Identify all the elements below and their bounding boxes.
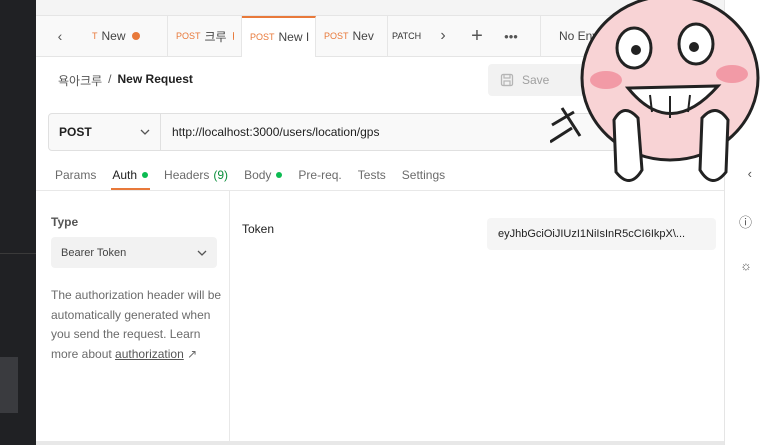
left-sidebar-background <box>0 0 36 445</box>
tabs-scroll-left-icon[interactable]: ‹ <box>36 16 84 57</box>
request-tab-3[interactable]: POST New I <box>242 15 316 57</box>
token-input[interactable]: eyJhbGciOiJIUzI1NiIsInR5cCI6IkpX\... <box>487 218 716 250</box>
external-link-icon: ↗ <box>187 346 198 361</box>
tabs-scroll-right-icon[interactable]: › <box>426 27 460 45</box>
tab-headers[interactable]: Headers (9) <box>164 160 236 190</box>
authorization-link[interactable]: authorization <box>115 347 184 361</box>
tab-auth[interactable]: Auth <box>111 160 156 190</box>
tab-method: POST <box>324 31 349 41</box>
tab-name: Nev <box>352 29 374 43</box>
breadcrumb: 욕아크루 / New Request <box>58 72 193 89</box>
lightbulb-icon[interactable]: ☼ <box>740 258 752 273</box>
tab-method: PATCH <box>392 31 422 41</box>
tab-name: New I <box>278 30 310 44</box>
url-input[interactable]: http://localhost:3000/users/location/gps <box>161 125 379 139</box>
tab-name: 크루 <box>204 29 227 44</box>
unsaved-dot-icon <box>131 32 140 40</box>
tab-name: New <box>101 29 126 43</box>
tab-settings[interactable]: Settings <box>402 160 453 190</box>
auth-type-panel: Type Bearer Token The authorization head… <box>36 191 230 445</box>
new-tab-plus-icon[interactable]: + <box>460 25 494 48</box>
sticker-right-hand <box>698 109 730 182</box>
auth-type-label: Type <box>51 215 79 229</box>
sidebar-divider <box>0 253 36 254</box>
tab-auth-label: Auth <box>112 168 138 182</box>
save-label: Save <box>522 73 550 87</box>
active-dot-icon <box>276 172 283 178</box>
sticker-right-blush <box>716 65 748 83</box>
tab-prereq[interactable]: Pre-req. <box>298 160 349 190</box>
tab-method: POST <box>176 31 201 41</box>
tab-body-label: Body <box>244 168 272 182</box>
headers-count: (9) <box>213 168 229 182</box>
tab-params-label: Params <box>55 168 97 182</box>
breadcrumb-parent[interactable]: 욕아크루 <box>58 72 102 89</box>
http-method-value: POST <box>59 125 92 139</box>
request-tab-5[interactable]: PATCH <box>388 16 426 57</box>
auth-type-select[interactable]: Bearer Token <box>51 237 217 268</box>
request-subtabs: Params Auth Headers (9) Body Pre-req. Tes… <box>55 160 461 190</box>
tab-settings-label: Settings <box>401 168 446 182</box>
save-icon <box>500 73 514 87</box>
request-tab-4[interactable]: POST Nev <box>316 15 388 57</box>
chevron-down-icon <box>197 250 207 256</box>
tab-tests-label: Tests <box>357 168 386 182</box>
more-tabs-icon[interactable]: ••• <box>494 29 528 44</box>
auth-description: The authorization header will be automat… <box>51 286 223 364</box>
sidebar-selected-block <box>0 357 18 413</box>
auth-type-value: Bearer Token <box>61 246 127 259</box>
http-method-select[interactable]: POST <box>49 114 161 150</box>
chevron-down-icon <box>140 129 150 135</box>
breadcrumb-separator: / <box>108 72 112 86</box>
token-label: Token <box>242 222 275 236</box>
cartoon-face-sticker <box>550 0 760 182</box>
sticker-left-blush <box>590 71 622 89</box>
bottom-border <box>36 441 760 445</box>
tab-tests[interactable]: Tests <box>358 160 394 190</box>
info-icon[interactable]: ⓘ <box>739 212 752 231</box>
sticker-left-hand <box>612 109 644 182</box>
sticker-left-pupil <box>631 45 641 55</box>
breadcrumb-current[interactable]: New Request <box>118 72 193 89</box>
tab-method: POST <box>250 32 275 42</box>
request-tab-1[interactable]: T New <box>84 15 168 57</box>
sticker-right-pupil <box>689 42 699 52</box>
tab-prereq-label: Pre-req. <box>298 168 342 182</box>
tab-params[interactable]: Params <box>55 160 104 190</box>
request-tab-2[interactable]: POST 크루 <box>168 15 242 57</box>
active-dot-icon <box>142 172 149 178</box>
tab-body[interactable]: Body <box>244 160 290 190</box>
sticker-scribble <box>550 107 582 144</box>
tab-headers-label: Headers <box>164 168 210 182</box>
tab-method: T <box>92 31 98 41</box>
